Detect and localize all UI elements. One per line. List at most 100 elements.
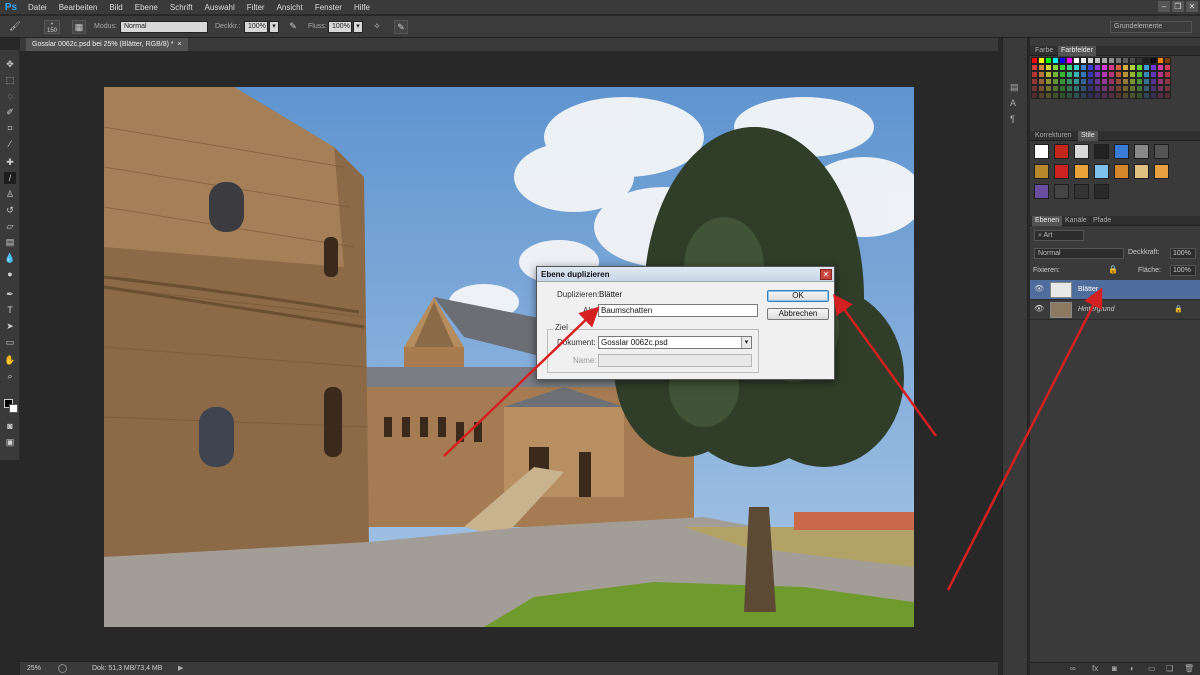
color-swatch[interactable] — [1136, 78, 1143, 85]
color-swatch[interactable] — [1115, 57, 1122, 64]
color-swatch[interactable] — [1101, 85, 1108, 92]
color-swatch[interactable] — [1059, 78, 1066, 85]
layer-row-hintergrund[interactable]: 👁 Hintergrund 🔒 — [1030, 300, 1200, 320]
screen-mode-icon[interactable]: ▣ — [4, 436, 16, 448]
color-swatch[interactable] — [1059, 92, 1066, 99]
color-swatch[interactable] — [1101, 78, 1108, 85]
eye-icon[interactable]: 👁 — [1034, 284, 1044, 294]
layer-filter-select[interactable]: ⌕ Art — [1034, 230, 1084, 241]
swatch-grid[interactable] — [1031, 57, 1171, 99]
style-preset[interactable] — [1074, 144, 1089, 159]
color-swatch[interactable] — [1129, 78, 1136, 85]
color-swatch[interactable] — [1052, 57, 1059, 64]
style-preset[interactable] — [1054, 184, 1069, 199]
as-name-input[interactable]: Baumschatten — [598, 304, 758, 317]
pen-icon[interactable]: ✒ — [4, 288, 16, 300]
history-brush-icon[interactable]: ↺ — [4, 204, 16, 216]
style-preset[interactable] — [1034, 144, 1049, 159]
type-icon[interactable]: T — [4, 304, 16, 316]
close-icon[interactable]: ✕ — [820, 269, 832, 280]
style-preset[interactable] — [1114, 164, 1129, 179]
info-icon[interactable] — [58, 664, 67, 673]
document-select[interactable]: Gosslar 0062c.psd — [598, 336, 752, 349]
fill-field[interactable]: 100% — [1170, 265, 1196, 276]
character-panel-icon[interactable]: A — [1010, 98, 1016, 108]
color-swatch[interactable] — [1094, 57, 1101, 64]
color-swatch[interactable] — [1052, 85, 1059, 92]
style-preset[interactable] — [1054, 164, 1069, 179]
color-swatch[interactable] — [1066, 57, 1073, 64]
dropdown-arrow-icon[interactable]: ▾ — [353, 21, 363, 33]
opacity-field[interactable]: 100% — [1170, 248, 1196, 259]
color-swatch[interactable] — [1122, 92, 1129, 99]
lock-icon[interactable]: 🔒 — [1108, 265, 1118, 274]
dodge-icon[interactable]: ● — [4, 268, 16, 280]
color-swatch[interactable] — [1038, 92, 1045, 99]
crop-icon[interactable]: ⌗ — [4, 122, 16, 134]
color-swatch[interactable] — [1080, 92, 1087, 99]
color-swatch[interactable] — [1059, 71, 1066, 78]
deckkr-field[interactable]: 100% — [244, 21, 268, 33]
color-swatch[interactable] — [1108, 64, 1115, 71]
color-swatch[interactable] — [1164, 71, 1171, 78]
quick-select-icon[interactable]: ✐ — [4, 106, 16, 118]
color-swatch[interactable] — [1073, 85, 1080, 92]
color-swatch[interactable] — [1045, 92, 1052, 99]
stamp-icon[interactable]: ♙ — [4, 188, 16, 200]
style-preset[interactable] — [1074, 164, 1089, 179]
color-swatch[interactable] — [1094, 92, 1101, 99]
color-swatch[interactable] — [1101, 71, 1108, 78]
tab-stile[interactable]: Stile — [1078, 131, 1098, 141]
color-swatch[interactable] — [1157, 78, 1164, 85]
color-swatch[interactable] — [1157, 57, 1164, 64]
healing-icon[interactable]: ✚ — [4, 156, 16, 168]
tab-kanaele[interactable]: Kanäle — [1062, 216, 1090, 226]
fx-icon[interactable]: fx — [1092, 664, 1098, 673]
lasso-icon[interactable]: ◌ — [4, 90, 16, 102]
color-swatch[interactable] — [1129, 92, 1136, 99]
color-swatch[interactable] — [1038, 64, 1045, 71]
color-swatch[interactable] — [1101, 64, 1108, 71]
zoom-icon[interactable]: ⌕ — [4, 370, 16, 382]
modus-select[interactable]: Normal — [120, 21, 208, 33]
brush-size-picker[interactable]: • 150 — [44, 20, 60, 34]
style-preset[interactable] — [1134, 164, 1149, 179]
menu-ansicht[interactable]: Ansicht — [271, 0, 309, 15]
ok-button[interactable]: OK — [767, 290, 829, 302]
color-swatch[interactable] — [1150, 71, 1157, 78]
menu-datei[interactable]: Datei — [22, 0, 53, 15]
color-swatch[interactable] — [1122, 57, 1129, 64]
color-swatch[interactable] — [1115, 71, 1122, 78]
color-swatch[interactable] — [1122, 85, 1129, 92]
color-swatch[interactable] — [1087, 92, 1094, 99]
color-swatch[interactable] — [1115, 92, 1122, 99]
color-swatch[interactable] — [1045, 71, 1052, 78]
color-swatch[interactable] — [1073, 57, 1080, 64]
color-swatch[interactable] — [1143, 64, 1150, 71]
color-swatch[interactable] — [1031, 71, 1038, 78]
hand-icon[interactable]: ✋ — [4, 354, 16, 366]
tab-farbe[interactable]: Farbe — [1032, 46, 1056, 56]
color-swatch[interactable] — [1080, 78, 1087, 85]
color-swatch[interactable] — [1143, 85, 1150, 92]
color-swatch[interactable] — [1122, 64, 1129, 71]
menu-hilfe[interactable]: Hilfe — [348, 0, 376, 15]
color-swatch[interactable] — [1045, 78, 1052, 85]
color-swatch[interactable] — [1164, 92, 1171, 99]
color-swatch[interactable] — [1150, 92, 1157, 99]
color-swatch[interactable] — [1059, 57, 1066, 64]
color-swatch[interactable] — [1059, 85, 1066, 92]
style-preset[interactable] — [1054, 144, 1069, 159]
zoom-level[interactable]: 25% — [27, 665, 41, 672]
minimize-icon[interactable]: – — [1158, 1, 1170, 12]
style-preset[interactable] — [1154, 144, 1169, 159]
close-window-icon[interactable]: ✕ — [1186, 1, 1198, 12]
color-swatch[interactable] — [1115, 78, 1122, 85]
color-swatch[interactable] — [1164, 78, 1171, 85]
color-swatch[interactable] — [1080, 57, 1087, 64]
layer-row-blaetter[interactable]: 👁 Blätter — [1030, 280, 1200, 300]
color-swatch[interactable] — [1052, 92, 1059, 99]
color-swatch[interactable] — [1136, 85, 1143, 92]
eyedropper-icon[interactable]: ⁄ — [4, 138, 16, 150]
color-swatch[interactable] — [1108, 71, 1115, 78]
